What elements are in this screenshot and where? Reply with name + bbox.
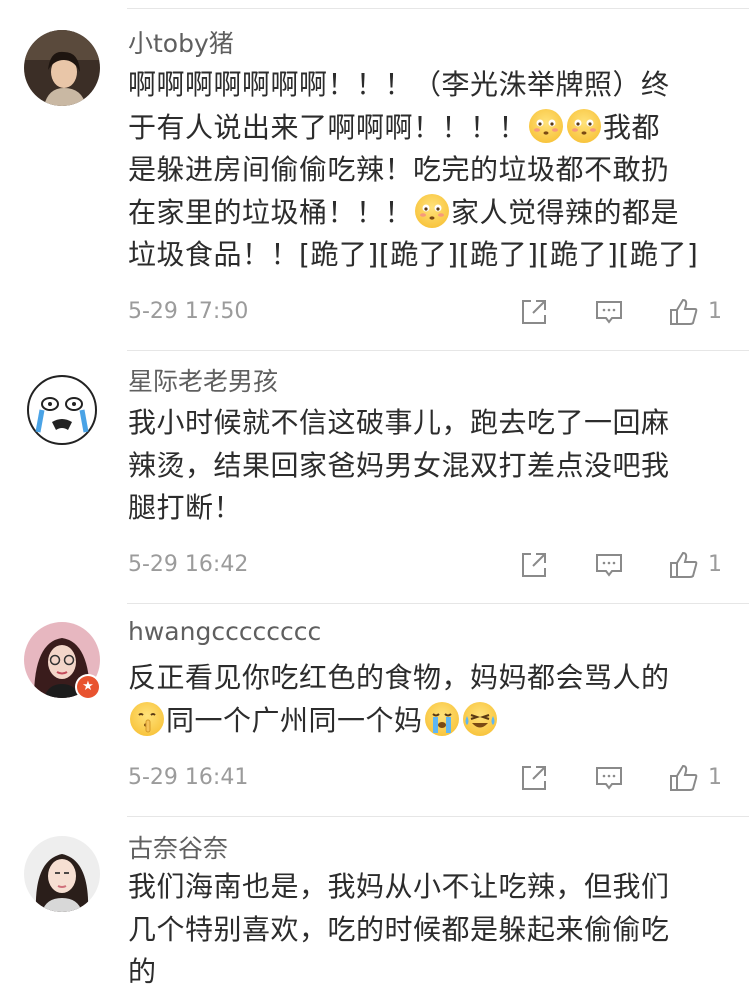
comment-line: 辣烫，结果回家爸妈男女混双打差点没吧我 xyxy=(128,448,670,482)
avatar[interactable] xyxy=(24,836,100,912)
username[interactable]: 星际老老男孩 xyxy=(128,362,278,398)
like-count: 1 xyxy=(708,552,722,577)
comment-line: 是躲进房间偷偷吃辣！吃完的垃圾都不敢扔 xyxy=(128,153,670,186)
comment-line: 于有人说出来了啊啊啊！！！！ xyxy=(128,110,528,144)
comment-line: 的 xyxy=(128,955,157,988)
share-icon[interactable] xyxy=(518,549,550,581)
thumbs-up-icon[interactable] xyxy=(668,549,700,581)
comment-line: 垃圾食品！！[跪了][跪了][跪了][跪了][跪了] xyxy=(128,238,699,271)
comment-icon[interactable] xyxy=(593,762,625,794)
comment-meta: 5-29 16:41 1 xyxy=(128,758,728,798)
username[interactable]: 古奈谷奈 xyxy=(128,829,228,865)
flushed-face-emoji xyxy=(415,193,450,228)
top-divider xyxy=(127,8,749,9)
avatar[interactable] xyxy=(24,372,100,448)
flushed-face-emoji xyxy=(529,108,564,143)
comment-text: 反正看见你吃红色的食物，妈妈都会骂人的 同一个广州同一个妈 xyxy=(128,657,720,742)
comment-line: 我都 xyxy=(603,110,661,144)
comment-icon[interactable] xyxy=(593,296,625,328)
comment-time: 5-29 16:41 xyxy=(128,765,249,790)
shushing-face-emoji xyxy=(130,701,164,736)
thumbs-up-icon[interactable] xyxy=(668,762,700,794)
share-icon[interactable] xyxy=(518,296,550,328)
divider xyxy=(127,603,749,604)
share-icon[interactable] xyxy=(518,762,550,794)
comment-time: 5-29 17:50 xyxy=(128,299,249,324)
comment-line: 啊啊啊啊啊啊啊！！！（李光洙举牌照）终 xyxy=(128,68,670,101)
tears-of-joy-emoji xyxy=(462,701,497,736)
comment-line: 我小时候就不信这破事儿，跑去吃了一回麻 xyxy=(128,406,670,439)
comment-line: 几个特别喜欢，吃的时候都是躲起来偷偷吃 xyxy=(128,912,670,946)
comment-line: 反正看见你吃红色的食物，妈妈都会骂人的 xyxy=(128,661,670,694)
comment-text: 我们海南也是，我妈从小不让吃辣，但我们 几个特别喜欢，吃的时候都是躲起来偷偷吃 … xyxy=(128,866,720,994)
flushed-face-emoji xyxy=(567,108,602,143)
comment-meta: 5-29 16:42 1 xyxy=(128,545,728,585)
comment-line: 同一个广州同一个妈 xyxy=(166,703,423,737)
comment-line: 腿打断！ xyxy=(128,491,243,524)
thumbs-up-icon[interactable] xyxy=(668,296,700,328)
divider xyxy=(127,816,749,817)
comment-line: 我们海南也是，我妈从小不让吃辣，但我们 xyxy=(128,870,670,903)
comment-text: 啊啊啊啊啊啊啊！！！（李光洙举牌照）终 于有人说出来了啊啊啊！！！！ 我都 是躲进… xyxy=(128,64,720,277)
comment-time: 5-29 16:42 xyxy=(128,552,249,577)
divider xyxy=(127,350,749,351)
username[interactable]: hwangcccccccc xyxy=(128,617,321,646)
comment-line: 家人觉得辣的都是 xyxy=(451,195,680,229)
username[interactable]: 小toby猪 xyxy=(128,24,234,60)
comment-icon[interactable] xyxy=(593,549,625,581)
avatar[interactable] xyxy=(24,30,100,106)
comment-meta: 5-29 17:50 1 xyxy=(128,292,728,332)
like-count: 1 xyxy=(708,765,722,790)
loudly-crying-emoji xyxy=(424,701,459,736)
comment-text: 我小时候就不信这破事儿，跑去吃了一回麻 辣烫，结果回家爸妈男女混双打差点没吧我 … xyxy=(128,402,720,530)
verified-badge-icon: ★ xyxy=(75,674,101,700)
like-count: 1 xyxy=(708,299,722,324)
comment-line: 在家里的垃圾桶！！！ xyxy=(128,195,414,229)
badge-glyph: ★ xyxy=(77,676,99,698)
